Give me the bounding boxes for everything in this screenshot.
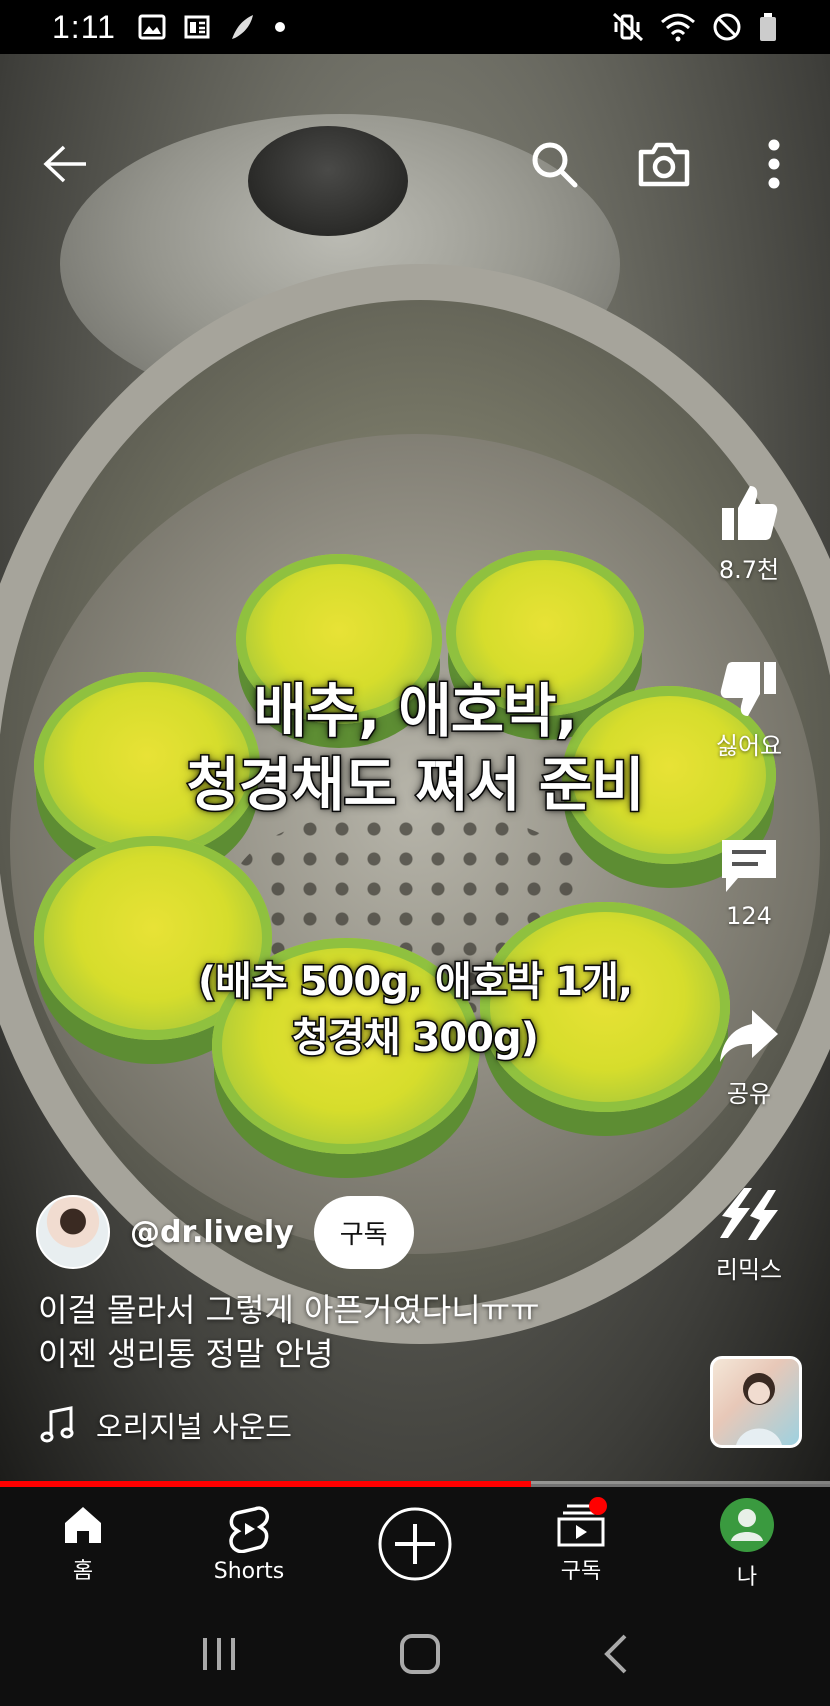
dislike-label: 싫어요 xyxy=(715,732,783,760)
video-player[interactable]: 배추, 애호박, 청경채도 쪄서 준비 (배추 500g, 애호박 1개, 청경… xyxy=(0,54,830,1484)
dislike-button[interactable]: 싫어요 xyxy=(694,658,804,761)
status-bar: 1:11 xyxy=(0,0,830,54)
search-icon xyxy=(532,142,578,188)
more-options-button[interactable] xyxy=(734,124,814,204)
share-button[interactable]: 공유 xyxy=(694,1006,804,1109)
remix-button[interactable]: 리믹스 xyxy=(694,1182,804,1285)
sound-thumbnail[interactable] xyxy=(710,1356,802,1448)
like-count: 8.7천 xyxy=(718,556,780,584)
status-time: 1:11 xyxy=(52,8,116,45)
add-circle-icon xyxy=(378,1507,452,1581)
sound-label: 오리지널 사운드 xyxy=(96,1410,292,1444)
shorts-icon xyxy=(229,1505,270,1553)
system-nav-bar xyxy=(0,1601,830,1706)
dot-icon xyxy=(274,22,285,32)
bottom-nav: 홈 Shorts 구독 나 xyxy=(0,1487,830,1601)
camera-icon xyxy=(638,142,690,187)
remix-icon xyxy=(720,1188,778,1240)
home-system-icon[interactable] xyxy=(398,1632,442,1676)
thumb-up-icon xyxy=(722,486,778,540)
comment-icon xyxy=(722,840,776,892)
share-label: 공유 xyxy=(726,1080,772,1108)
back-arrow-icon xyxy=(43,145,86,183)
profile-avatar-icon xyxy=(720,1498,774,1552)
nav-shorts-label: Shorts xyxy=(213,1558,285,1584)
status-left-icons xyxy=(138,12,286,42)
back-system-icon[interactable] xyxy=(601,1632,631,1676)
subscribe-button[interactable]: 구독 xyxy=(313,1195,414,1269)
caption-line1: 이걸 몰라서 그렇게 아픈거였다니ㅠㅠ xyxy=(38,1291,540,1329)
nav-home-label: 홈 xyxy=(72,1559,94,1584)
channel-handle[interactable]: @dr.lively xyxy=(130,1215,294,1250)
music-note-icon xyxy=(40,1406,74,1443)
channel-avatar[interactable] xyxy=(36,1195,110,1269)
notification-dot xyxy=(589,1497,607,1515)
nav-you-label: 나 xyxy=(736,1565,758,1590)
home-icon xyxy=(65,1507,101,1543)
mute-vibrate-icon xyxy=(612,12,644,42)
comment-count: 124 xyxy=(726,902,772,930)
status-right-icons xyxy=(612,0,778,54)
video-caption[interactable]: 이걸 몰라서 그렇게 아픈거였다니ㅠㅠ 이젠 생리통 정말 안녕 xyxy=(38,1288,678,1376)
remix-label: 리믹스 xyxy=(715,1256,783,1284)
nav-you[interactable]: 나 xyxy=(687,1487,807,1601)
nav-subscriptions[interactable]: 구독 xyxy=(521,1487,641,1601)
more-vert-icon xyxy=(768,139,780,189)
overlay-sub-line1: (배추 500g, 애호박 1개, xyxy=(196,958,634,1007)
news-icon xyxy=(184,15,210,39)
pot-knob xyxy=(248,126,408,236)
sound-row[interactable]: 오리지널 사운드 xyxy=(40,1404,292,1446)
battery-icon xyxy=(760,13,776,41)
sound-thumbnail-avatar xyxy=(736,1373,782,1445)
feather-icon xyxy=(231,15,253,39)
caption-line2: 이젠 생리통 정말 안녕 xyxy=(38,1335,334,1373)
do-not-disturb-icon xyxy=(713,13,741,41)
nav-home[interactable]: 홈 xyxy=(23,1487,143,1601)
search-button[interactable] xyxy=(514,124,594,204)
camera-button[interactable] xyxy=(624,124,704,204)
share-icon xyxy=(720,1010,778,1062)
image-icon xyxy=(138,14,166,40)
recent-apps-icon[interactable] xyxy=(199,1634,239,1674)
nav-subscriptions-label: 구독 xyxy=(560,1559,602,1584)
wifi-icon xyxy=(661,13,695,42)
nav-shorts[interactable]: Shorts xyxy=(189,1487,309,1601)
thumb-down-icon xyxy=(720,662,776,716)
like-button[interactable]: 8.7천 xyxy=(694,482,804,585)
channel-row: @dr.lively 구독 xyxy=(36,1192,414,1272)
nav-create[interactable] xyxy=(355,1487,475,1601)
comments-button[interactable]: 124 xyxy=(694,834,804,930)
back-button[interactable] xyxy=(26,124,106,204)
